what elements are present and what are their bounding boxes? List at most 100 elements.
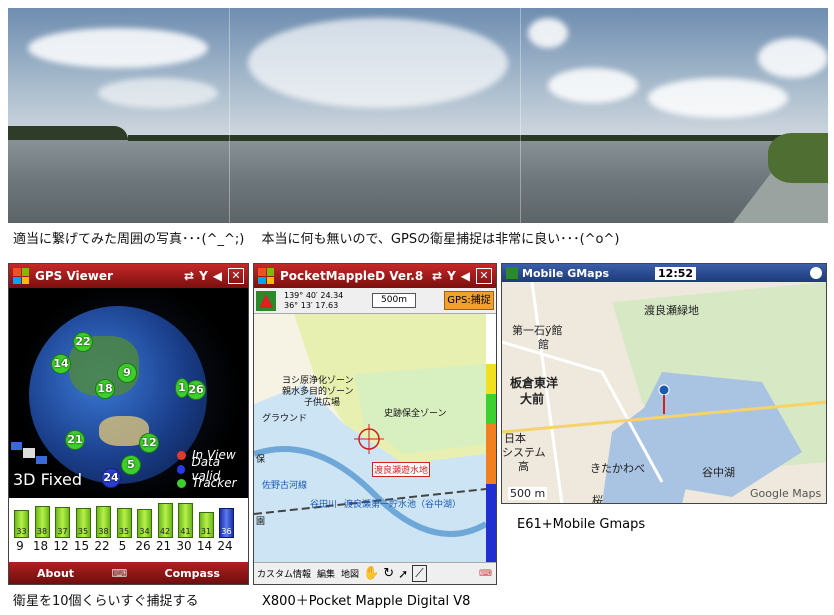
mapple-menu-bar: カスタム情報 編集 地図 ✋ ↻ ➚ ⟋ ⌨ xyxy=(254,562,496,584)
satellite-marker: 21 xyxy=(65,430,85,450)
gmaps-map[interactable]: 渡良瀬緑地 第一石ÿ館 館 板倉東洋 大前 日本 システム 高 きたかわべ 谷中… xyxy=(502,282,826,504)
satellite-prn-label: 5 xyxy=(118,539,127,553)
latitude: 36° 13′ 17.63 xyxy=(284,301,339,310)
signal-bar-value: 37 xyxy=(57,527,68,536)
map-label: 史跡保全ゾーン xyxy=(384,409,447,419)
map-label: 佐野古河線 xyxy=(262,481,308,491)
signal-bar-value: 38 xyxy=(36,527,48,536)
measure-icon[interactable]: ⟋ xyxy=(412,565,427,582)
network-icon xyxy=(810,267,822,279)
mapple-titlebar: PocketMappleD Ver.8 ⇄ Y ◀ ✕ xyxy=(254,264,496,288)
gmaps-caption: E61+Mobile Gmaps xyxy=(517,517,646,532)
close-button[interactable]: ✕ xyxy=(476,268,492,284)
scale-bar: 500 m xyxy=(508,487,548,500)
signal-icon[interactable]: Y xyxy=(199,269,208,283)
softkey-bar: About ⌨ Compass xyxy=(9,562,248,584)
windows-start-icon[interactable] xyxy=(13,268,29,284)
satellite-prn-label: 9 xyxy=(16,539,24,553)
map-label: きたかわべ xyxy=(590,462,645,475)
volume-icon[interactable]: ◀ xyxy=(213,269,222,283)
map-label: 板倉東洋 xyxy=(510,376,559,390)
keyboard-icon[interactable]: ⌨ xyxy=(111,567,127,580)
location-pin-icon xyxy=(656,382,672,414)
panorama-caption: 適当に繋げてみた周囲の写真･･･(^_^;) 本当に何も無いので、GPSの衛星捕… xyxy=(13,232,620,247)
satellite-marker: 26 xyxy=(186,380,206,400)
signal-bar-value: 38 xyxy=(98,527,109,536)
shrubs xyxy=(768,133,828,183)
satellite-prn-label: 14 xyxy=(196,539,213,553)
about-softkey[interactable]: About xyxy=(37,567,74,580)
map-label: 渡良瀬第一貯水池（谷中湖） xyxy=(344,500,462,510)
app-title: Mobile GMaps xyxy=(522,266,610,280)
menu-edit[interactable]: 編集 xyxy=(317,567,335,580)
signal-prns: 9 18 12 15 22 5 26 21 30 14 24 xyxy=(9,539,248,555)
signal-panel: 33 38 37 35 38 35 34 42 41 31 36 9 18 12 15 22 5 26 21 30 1… xyxy=(9,498,248,564)
signal-bar-value: 34 xyxy=(139,527,150,536)
legend-item: Data valid xyxy=(177,455,248,483)
satellite-marker: 9 xyxy=(117,363,137,383)
volume-icon[interactable]: ◀ xyxy=(461,269,470,283)
map-label: グラウンド xyxy=(262,414,308,424)
map-label: 子供広場 xyxy=(304,398,341,408)
mapple-caption: X800＋Pocket Mapple Digital V8 xyxy=(262,594,471,609)
menu-map[interactable]: 地図 xyxy=(341,567,359,580)
map-label: 桜 xyxy=(592,494,603,504)
map-label: 高 xyxy=(518,460,529,473)
fix-status: 3D Fixed xyxy=(13,470,83,489)
signal-bar-value: 36 xyxy=(221,527,232,536)
clock: 12:52 xyxy=(655,266,697,280)
satellite-icon xyxy=(11,438,47,468)
gps-viewer-titlebar: GPS Viewer ⇄ Y ◀ ✕ xyxy=(9,264,248,288)
close-button[interactable]: ✕ xyxy=(228,268,244,284)
pan-hand-icon[interactable]: ✋ xyxy=(363,566,379,581)
gmaps-app-icon xyxy=(506,267,518,279)
mobile-gmaps-screen: Mobile GMaps 12:52 渡良瀬緑地 第一石ÿ館 館 板倉東洋 大前… xyxy=(501,263,827,504)
satellite-marker: 1 xyxy=(175,378,189,398)
app-title: PocketMappleD Ver.8 xyxy=(280,269,424,283)
satellite-prn-label: 24 xyxy=(217,539,233,553)
connectivity-icon[interactable]: ⇄ xyxy=(184,269,194,283)
map-label: 谷中湖 xyxy=(702,466,735,479)
altitude-scale xyxy=(486,314,496,564)
gmaps-titlebar: Mobile GMaps 12:52 xyxy=(502,264,826,282)
satellite-prn-label: 12 xyxy=(53,539,69,553)
map-label: 渡良瀬遊水地 xyxy=(372,462,431,477)
signal-bar-value: 35 xyxy=(77,527,89,536)
connectivity-icon[interactable]: ⇄ xyxy=(432,269,442,283)
gps-capture-button[interactable]: GPS:捕捉 xyxy=(444,291,494,310)
map-label: 館 xyxy=(538,338,549,351)
north-arrow-icon[interactable] xyxy=(256,291,276,311)
map-label: 園 xyxy=(256,517,266,527)
app-title: GPS Viewer xyxy=(35,269,113,283)
legend: In View Data valid Tracker xyxy=(177,448,248,490)
longitude: 139° 40′ 24.34 xyxy=(284,291,344,300)
signal-bar-value: 42 xyxy=(159,527,171,536)
pointer-icon[interactable]: ➚ xyxy=(398,567,408,581)
keyboard-icon[interactable]: ⌨ xyxy=(479,569,492,579)
map-label: 谷田川 xyxy=(310,500,338,510)
mapple-map[interactable]: ヨシ原浄化ゾーン 親水多目的ゾーン 子供広場 グラウンド 史跡保全ゾーン 渡良瀬… xyxy=(254,314,486,564)
sky-view: 22 14 9 18 26 1 21 5 12 24 3D Fixed In V… xyxy=(9,288,248,498)
signal-bar-value: 31 xyxy=(200,527,212,536)
satellite-marker: 14 xyxy=(51,354,71,374)
gps-viewer-caption: 衛星を10個くらいすぐ捕捉する xyxy=(13,594,199,609)
panorama-photo xyxy=(8,8,828,223)
satellite-prn-label: 15 xyxy=(73,539,90,553)
satellite-prn-label: 26 xyxy=(135,539,151,553)
map-label: 渡良瀬緑地 xyxy=(644,304,699,317)
map-label: 大前 xyxy=(520,392,545,406)
compass-softkey[interactable]: Compass xyxy=(165,567,220,580)
signal-bars: 33 38 37 35 38 35 34 42 41 31 36 xyxy=(12,498,246,538)
menu-custom-info[interactable]: カスタム情報 xyxy=(257,567,311,580)
signal-bar-value: 35 xyxy=(118,527,130,536)
satellite-marker: 24 xyxy=(101,468,121,488)
satellite-prn-label: 22 xyxy=(94,539,110,553)
mapple-toolbar: 139° 40′ 24.34 36° 13′ 17.63 500m GPS:捕捉 xyxy=(254,288,496,314)
satellite-prn-label: 18 xyxy=(32,539,49,553)
scale-display[interactable]: 500m xyxy=(372,293,416,308)
windows-start-icon[interactable] xyxy=(258,268,274,284)
map-label: 保 xyxy=(256,455,266,465)
satellite-marker: 12 xyxy=(139,433,159,453)
rotate-icon[interactable]: ↻ xyxy=(383,566,394,581)
signal-icon[interactable]: Y xyxy=(447,269,456,283)
